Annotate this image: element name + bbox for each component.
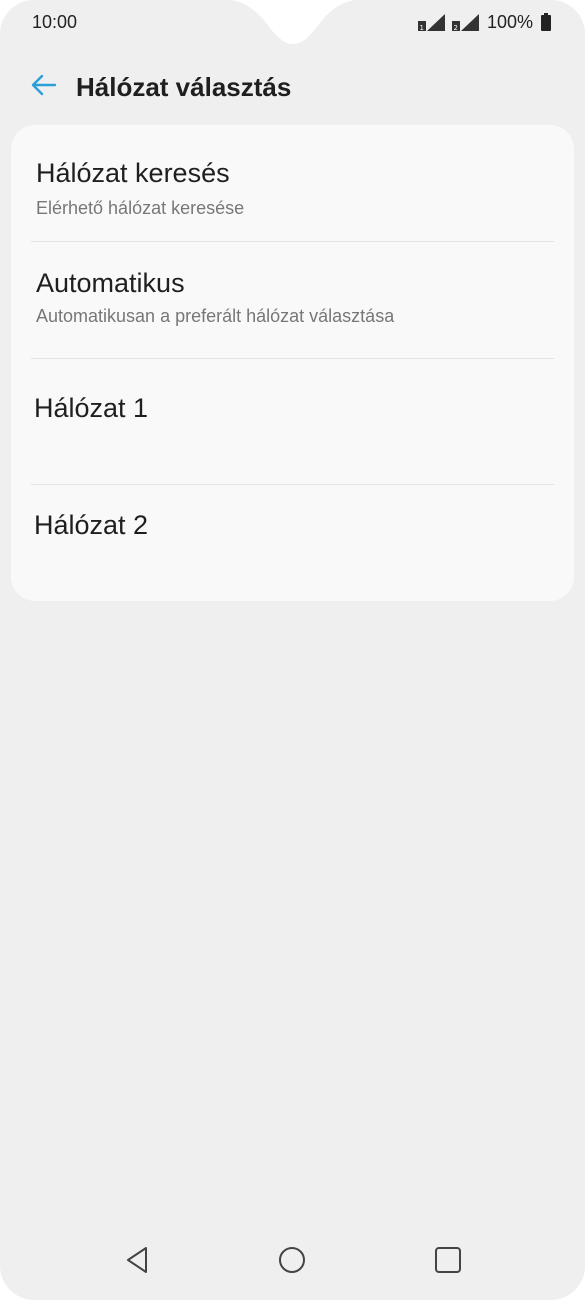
status-bar: 10:00 1 2 100%: [0, 0, 585, 46]
nav-back-button[interactable]: [107, 1232, 167, 1292]
back-button[interactable]: [26, 70, 60, 104]
nav-home-button[interactable]: [262, 1232, 322, 1292]
status-time: 10:00: [32, 12, 78, 32]
triangle-back-icon: [124, 1246, 150, 1279]
svg-text:1: 1: [419, 24, 423, 32]
navigation-bar: [0, 1232, 585, 1300]
network-2-item[interactable]: Hálózat 2: [11, 485, 574, 601]
battery-full-icon: [541, 13, 551, 31]
sim-signal-icon: 1: [417, 12, 447, 32]
item-title: Hálózat keresés: [36, 158, 230, 188]
item-title: Automatikus: [36, 268, 185, 298]
svg-text:2: 2: [453, 24, 457, 32]
automatic-network-item[interactable]: Automatikus Automatikusan a preferált há…: [11, 242, 574, 358]
item-subtitle: Automatikusan a preferált hálózat válasz…: [36, 306, 395, 326]
item-title: Hálózat 2: [34, 510, 149, 540]
circle-home-icon: [278, 1246, 306, 1279]
item-subtitle: Elérhető hálózat keresése: [36, 198, 245, 218]
battery-percent: 100%: [486, 11, 533, 32]
arrow-left-icon: [29, 73, 57, 102]
square-recents-icon: [434, 1246, 462, 1279]
status-icons: 1 2 100%: [417, 11, 551, 33]
app-bar: Hálózat választás: [0, 60, 585, 116]
network-1-item[interactable]: Hálózat 1: [11, 359, 574, 484]
item-title: Hálózat 1: [34, 393, 149, 423]
search-network-item[interactable]: Hálózat keresés Elérhető hálózat keresés…: [11, 125, 574, 241]
nav-recents-button[interactable]: [418, 1232, 478, 1292]
page-title: Hálózat választás: [76, 72, 292, 102]
network-options-card: Hálózat keresés Elérhető hálózat keresés…: [11, 125, 574, 601]
sim-signal-icon: 2: [451, 12, 481, 32]
phone-screen: 10:00 1 2 100% Hálózat választás Hálózat…: [0, 0, 585, 1300]
